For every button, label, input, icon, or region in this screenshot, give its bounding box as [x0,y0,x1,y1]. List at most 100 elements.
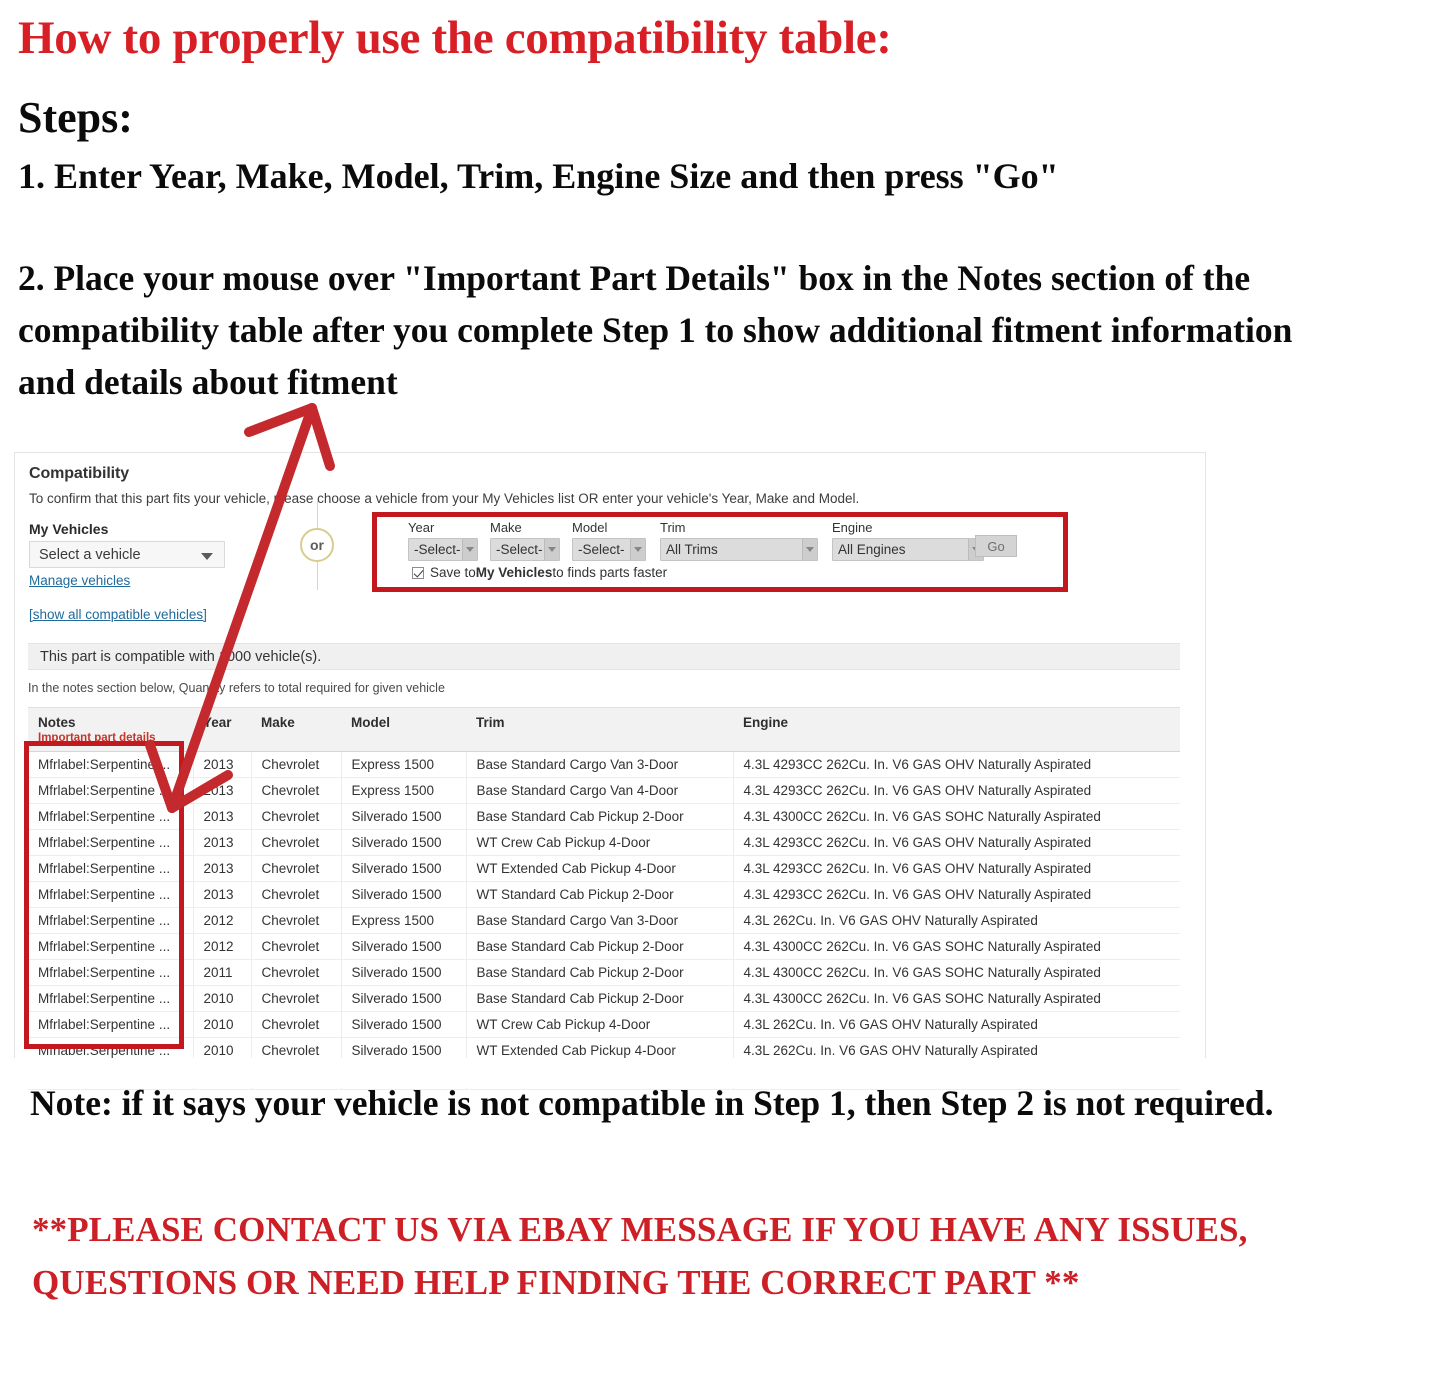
cell-model: Silverado 1500 [341,881,467,908]
save-to-my-vehicles-checkbox[interactable] [412,566,424,579]
dropdown-value-trim: All Trims [666,542,718,557]
cell-model: Silverado 1500 [341,933,467,960]
column-header-year: Year [193,707,251,752]
cell-trim: Base Standard Cargo Van 3-Door [466,907,734,934]
fitment-table-body: Mfrlabel:Serpentine ... 2013 Chevrolet Expr… [28,751,1180,1090]
manage-vehicles-link[interactable]: Manage vehicles [29,573,130,588]
table-row: Mfrlabel:Serpentine ... 2012 Chevrolet Silv… [28,933,1180,960]
go-button[interactable]: Go [975,535,1017,557]
cell-engine: 4.3L 4300CC 262Cu. In. V6 GAS SOHC Natur… [733,933,1180,960]
fitment-table-header-row: Notes Important part details Year Make Model… [28,707,1180,752]
cell-year: 2013 [193,829,252,856]
column-header-label: Year [203,715,232,730]
cell-trim: WT Crew Cab Pickup 4-Door [466,829,734,856]
cell-trim: WT Crew Cab Pickup 4-Door [466,1011,734,1038]
cell-trim: Base Standard Cargo Van 3-Door [466,751,734,778]
column-header-engine: Engine [733,707,1180,752]
table-row: Mfrlabel:Serpentine ...2010ChevroletSilv… [28,985,1180,1012]
cell-notes[interactable]: Mfrlabel:Serpentine ... [28,803,194,830]
compatibility-heading: Compatibility [29,465,130,482]
field-trim: Trim All Trims [660,520,818,561]
table-row: Mfrlabel:Serpentine ... 2013 Chevrolet Silv… [28,829,1180,856]
important-part-details-label[interactable]: Important part details [38,732,193,744]
compatible-count-text: This part is compatible with 1000 vehicl… [40,648,322,665]
cell-notes[interactable]: Mfrlabel:Serpentine ... [28,829,194,856]
page-title: How to properly use the compatibility ta… [18,12,892,64]
cell-model: Silverado 1500 [341,803,467,830]
cell-year: 2013 [193,777,252,804]
cell-year: 2013 [193,881,252,908]
table-row: Mfrlabel:Serpentine ... 2012 Chevrolet Expr… [28,907,1180,934]
cell-engine: 4.3L 4293CC 262Cu. In. V6 GAS OHV Natura… [733,751,1180,778]
cell-notes[interactable]: Mfrlabel:Serpentine ... [28,933,194,960]
cell-trim: Base Standard Cab Pickup 2-Door [466,803,734,830]
cell-year: 2011 [193,959,252,986]
field-label-trim: Trim [660,520,686,535]
cell-make: Chevrolet [251,855,342,882]
field-label-model: Model [572,520,608,535]
cell-trim: Base Standard Cab Pickup 2-Door [466,959,734,986]
cell-year: 2010 [193,1011,252,1038]
field-label-year: Year [408,520,435,535]
vehicle-select-dropdown[interactable]: Select a vehicle [29,541,225,568]
save-bold-text: My Vehicles [475,565,553,580]
steps-heading: Steps: [18,93,133,142]
cell-make: Chevrolet [251,959,342,986]
table-row: Mfrlabel:Serpentine ... 2013 Chevrolet Expr… [28,751,1180,778]
column-header-trim: Trim [466,707,733,752]
cell-engine: 4.3L 4300CC 262Cu. In. V6 GAS SOHC Natur… [733,985,1180,1012]
dropdown-engine[interactable]: All Engines [832,538,984,561]
cell-model: Silverado 1500 [341,985,467,1012]
column-header-label: Model [351,715,390,730]
cell-model: Silverado 1500 [341,829,467,856]
dropdown-year[interactable]: -Select- [408,538,478,561]
cell-notes[interactable]: Mfrlabel:Serpentine ... [28,751,194,778]
cell-notes[interactable]: Mfrlabel:Serpentine ... [28,855,194,882]
cell-notes[interactable]: Mfrlabel:Serpentine ... [28,777,194,804]
cell-engine: 4.3L 4293CC 262Cu. In. V6 GAS OHV Natura… [733,829,1180,856]
compatible-count-banner: This part is compatible with 1000 vehicl… [28,643,1180,670]
cell-notes[interactable]: Mfrlabel:Serpentine ... [28,881,194,908]
cell-engine: 4.3L 4293CC 262Cu. In. V6 GAS OHV Natura… [733,881,1180,908]
cell-engine: 4.3L 4300CC 262Cu. In. V6 GAS SOHC Natur… [733,803,1180,830]
table-row: Mfrlabel:Serpentine ... 2013 Chevrolet Silv… [28,803,1180,830]
field-make: Make -Select- [490,520,560,561]
cell-trim: Base Standard Cargo Van 4-Door [466,777,734,804]
dropdown-model[interactable]: -Select- [572,538,646,561]
field-label-make: Make [490,520,522,535]
cell-model: Silverado 1500 [341,959,467,986]
dropdown-trim[interactable]: All Trims [660,538,818,561]
chevron-down-icon [201,553,213,560]
cell-notes[interactable]: Mfrlabel:Serpentine ... [28,985,194,1012]
cell-notes[interactable]: Mfrlabel:Serpentine ... [28,907,194,934]
cell-model: Express 1500 [341,907,467,934]
cell-year: 2010 [193,985,252,1012]
dropdown-value-engine: All Engines [838,542,906,557]
cell-notes[interactable]: Mfrlabel:Serpentine ... [28,1011,194,1038]
cell-make: Chevrolet [251,933,342,960]
show-all-compatible-vehicles-link[interactable]: [show all compatible vehicles] [29,607,207,622]
column-header-label: Trim [476,715,505,730]
field-engine: Engine All Engines [832,520,984,561]
field-label-engine: Engine [832,520,873,535]
cell-make: Chevrolet [251,985,342,1012]
cell-trim: WT Standard Cab Pickup 2-Door [466,881,734,908]
cell-notes[interactable]: Mfrlabel:Serpentine ... [28,959,194,986]
step-2-text: 2. Place your mouse over "Important Part… [18,258,1293,402]
save-to-my-vehicles-row[interactable]: Save to My Vehicles to finds parts faste… [412,565,667,580]
cell-model: Silverado 1500 [341,855,467,882]
cell-year: 2013 [193,855,252,882]
table-row: Mfrlabel:Serpentine ... 2011 Chevrolet Silv… [28,959,1180,986]
cell-make: Chevrolet [251,907,342,934]
cell-make: Chevrolet [251,777,342,804]
column-header-make: Make [251,707,341,752]
my-vehicles-label: My Vehicles [29,521,109,537]
or-separator: or [300,500,336,590]
dropdown-make[interactable]: -Select- [490,538,560,561]
dropdown-value-make: -Select- [496,542,543,557]
dropdown-value-year: -Select- [414,542,461,557]
cell-engine: 4.3L 4300CC 262Cu. In. V6 GAS SOHC Natur… [733,959,1180,986]
chevron-down-icon [630,539,645,560]
cell-year: 2013 [193,751,252,778]
cell-model: Silverado 1500 [341,1011,467,1038]
